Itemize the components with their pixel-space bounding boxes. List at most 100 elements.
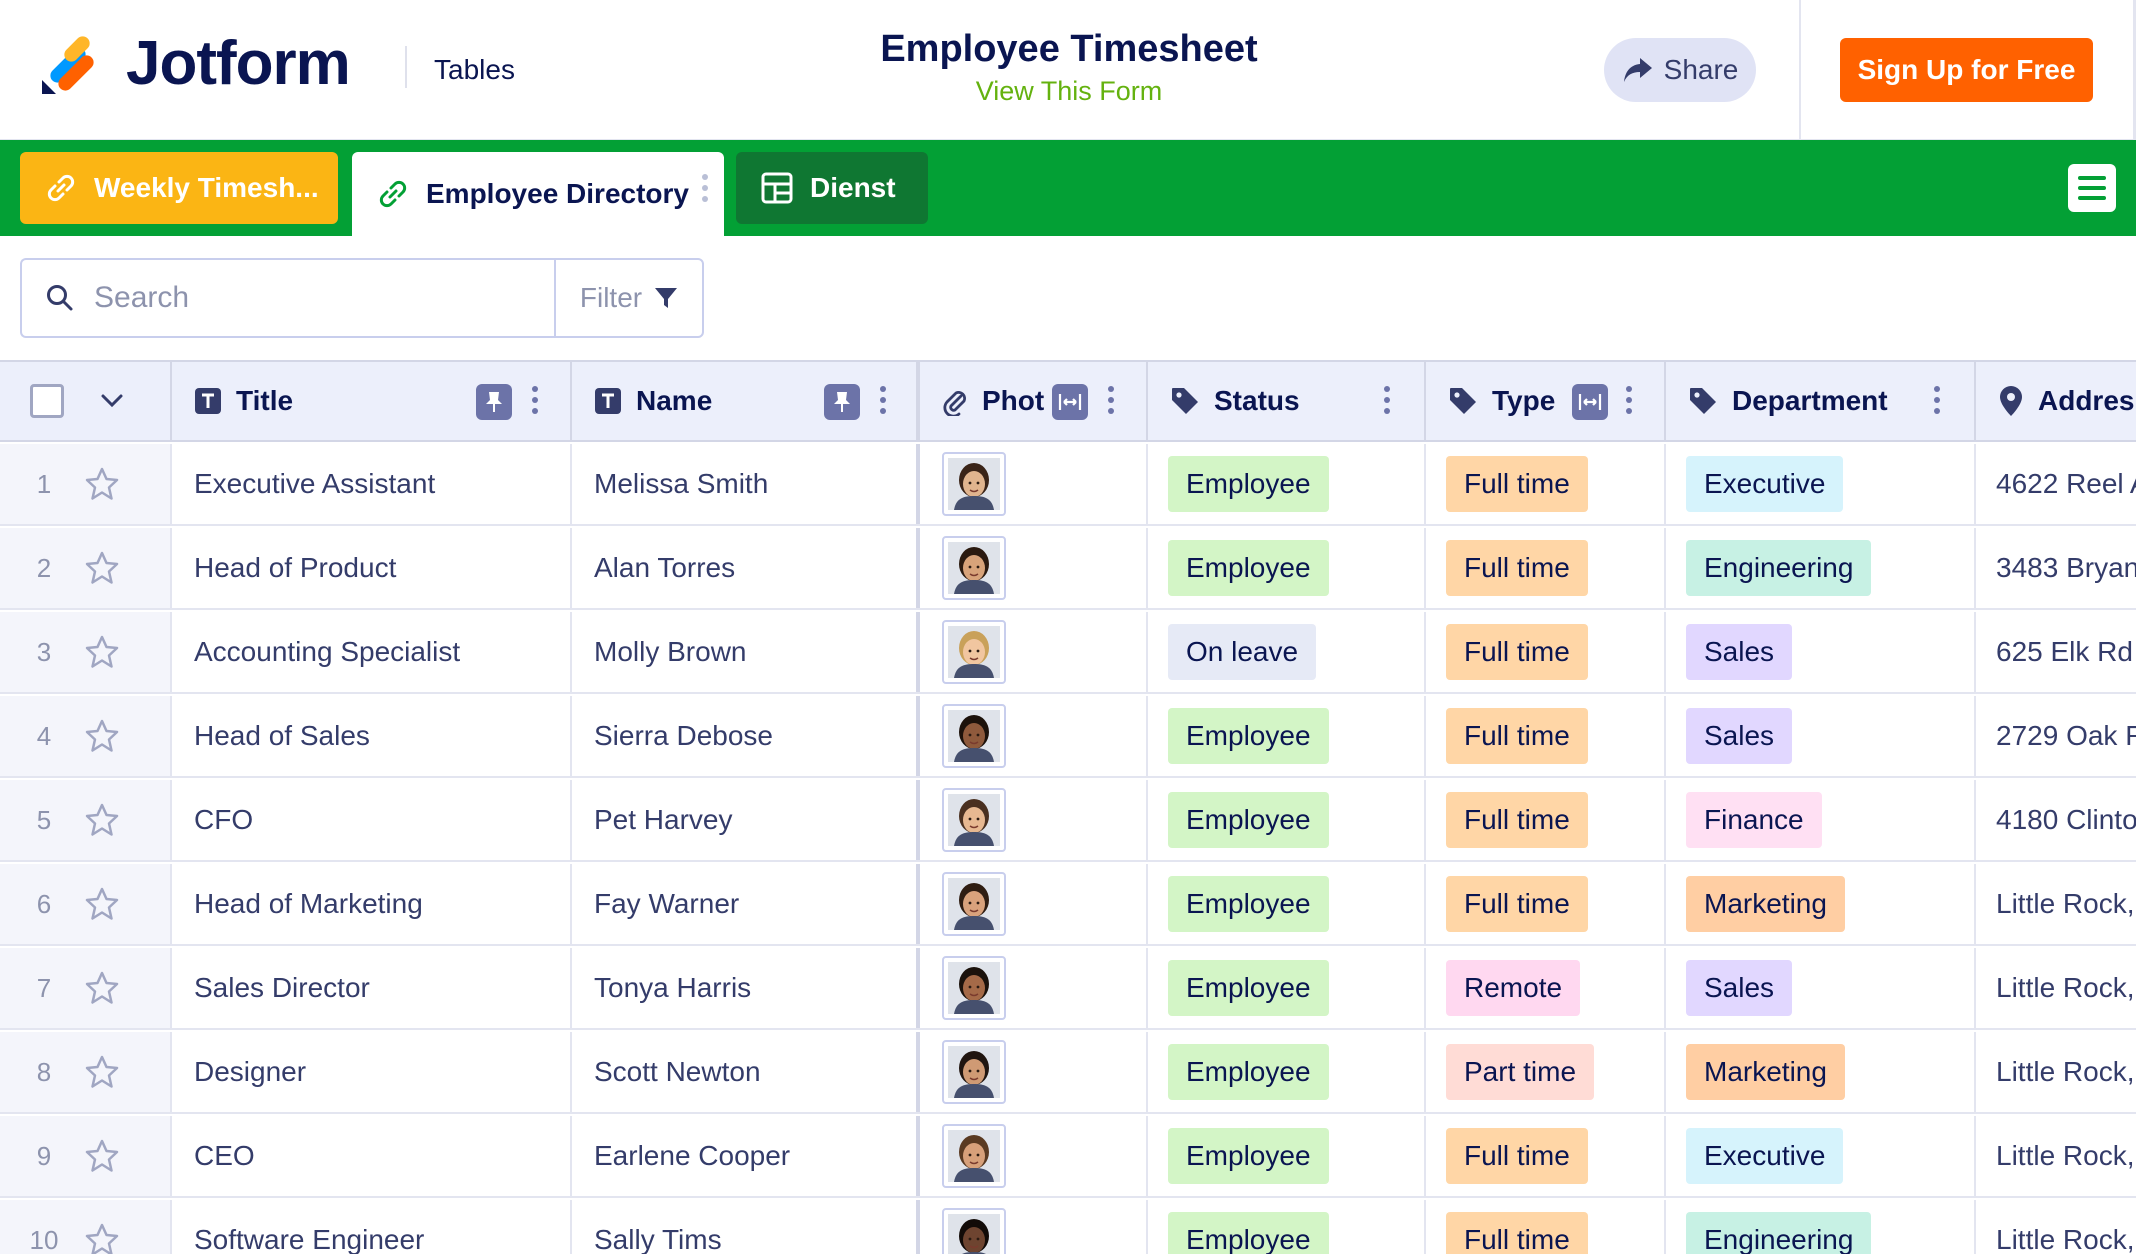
column-header-title[interactable]: Title bbox=[172, 362, 572, 440]
employee-photo[interactable] bbox=[942, 1208, 1006, 1254]
type-cell[interactable]: Part time bbox=[1426, 1032, 1666, 1112]
department-cell[interactable]: Engineering bbox=[1666, 528, 1976, 608]
star-icon[interactable] bbox=[84, 802, 120, 838]
column-header-department[interactable]: Department bbox=[1666, 362, 1976, 440]
sign-up-button[interactable]: Sign Up for Free bbox=[1840, 38, 2093, 102]
department-cell[interactable]: Sales bbox=[1666, 612, 1976, 692]
star-icon[interactable] bbox=[84, 1138, 120, 1174]
address-cell[interactable]: Little Rock, bbox=[1976, 948, 2136, 1028]
share-button[interactable]: Share bbox=[1604, 38, 1756, 102]
address-cell[interactable]: Little Rock, bbox=[1976, 1032, 2136, 1112]
photo-cell[interactable] bbox=[920, 1116, 1148, 1196]
pin-icon[interactable] bbox=[824, 384, 860, 420]
employee-photo[interactable] bbox=[942, 536, 1006, 600]
table-row[interactable]: 7 Sales Director Tonya Harris Employee R… bbox=[0, 948, 2136, 1030]
table-row[interactable]: 5 CFO Pet Harvey Employee Full time Fina… bbox=[0, 780, 2136, 862]
table-row[interactable]: 6 Head of Marketing Fay Warner Employee … bbox=[0, 864, 2136, 946]
star-icon[interactable] bbox=[84, 634, 120, 670]
table-row[interactable]: 8 Designer Scott Newton Employee Part ti… bbox=[0, 1032, 2136, 1114]
status-cell[interactable]: Employee bbox=[1148, 948, 1426, 1028]
star-icon[interactable] bbox=[84, 970, 120, 1006]
employee-photo[interactable] bbox=[942, 956, 1006, 1020]
department-cell[interactable]: Executive bbox=[1666, 444, 1976, 524]
column-header-type[interactable]: Type bbox=[1426, 362, 1666, 440]
title-cell[interactable]: Head of Sales bbox=[172, 696, 572, 776]
tab-weekly-timesheet[interactable]: Weekly Timesh... bbox=[20, 152, 338, 224]
title-cell[interactable]: Accounting Specialist bbox=[172, 612, 572, 692]
status-cell[interactable]: On leave bbox=[1148, 612, 1426, 692]
table-row[interactable]: 1 Executive Assistant Melissa Smith Empl… bbox=[0, 444, 2136, 526]
status-cell[interactable]: Employee bbox=[1148, 780, 1426, 860]
type-cell[interactable]: Full time bbox=[1426, 528, 1666, 608]
column-header-status[interactable]: Status bbox=[1148, 362, 1426, 440]
photo-cell[interactable] bbox=[920, 1200, 1148, 1254]
status-cell[interactable]: Employee bbox=[1148, 1116, 1426, 1196]
tab-employee-directory[interactable]: Employee Directory bbox=[352, 152, 724, 236]
department-cell[interactable]: Marketing bbox=[1666, 864, 1976, 944]
jotform-logo[interactable]: Jotform bbox=[40, 32, 351, 96]
employee-photo[interactable] bbox=[942, 452, 1006, 516]
column-header-name[interactable]: Name bbox=[572, 362, 920, 440]
name-cell[interactable]: Scott Newton bbox=[572, 1032, 920, 1112]
column-options-icon[interactable] bbox=[1626, 386, 1632, 414]
address-cell[interactable]: Little Rock, bbox=[1976, 1200, 2136, 1254]
employee-photo[interactable] bbox=[942, 1040, 1006, 1104]
table-row[interactable]: 2 Head of Product Alan Torres Employee F… bbox=[0, 528, 2136, 610]
photo-cell[interactable] bbox=[920, 864, 1148, 944]
type-cell[interactable]: Full time bbox=[1426, 780, 1666, 860]
table-row[interactable]: 9 CEO Earlene Cooper Employee Full time … bbox=[0, 1116, 2136, 1198]
type-cell[interactable]: Remote bbox=[1426, 948, 1666, 1028]
tables-label[interactable]: Tables bbox=[434, 54, 515, 86]
photo-cell[interactable] bbox=[920, 528, 1148, 608]
status-cell[interactable]: Employee bbox=[1148, 1032, 1426, 1112]
name-cell[interactable]: Fay Warner bbox=[572, 864, 920, 944]
address-cell[interactable]: 3483 Bryant bbox=[1976, 528, 2136, 608]
photo-cell[interactable] bbox=[920, 1032, 1148, 1112]
status-cell[interactable]: Employee bbox=[1148, 696, 1426, 776]
employee-photo[interactable] bbox=[942, 1124, 1006, 1188]
name-cell[interactable]: Tonya Harris bbox=[572, 948, 920, 1028]
pin-icon[interactable] bbox=[476, 384, 512, 420]
title-cell[interactable]: Head of Product bbox=[172, 528, 572, 608]
address-cell[interactable]: 2729 Oak R bbox=[1976, 696, 2136, 776]
name-cell[interactable]: Sally Tims bbox=[572, 1200, 920, 1254]
name-cell[interactable]: Sierra Debose bbox=[572, 696, 920, 776]
resize-column-icon[interactable] bbox=[1572, 384, 1608, 420]
search-input[interactable] bbox=[94, 281, 534, 315]
title-cell[interactable]: CFO bbox=[172, 780, 572, 860]
title-cell[interactable]: Head of Marketing bbox=[172, 864, 572, 944]
select-all-checkbox[interactable] bbox=[30, 384, 64, 418]
title-cell[interactable]: Executive Assistant bbox=[172, 444, 572, 524]
department-cell[interactable]: Sales bbox=[1666, 948, 1976, 1028]
tab-options-icon[interactable] bbox=[702, 174, 708, 202]
photo-cell[interactable] bbox=[920, 444, 1148, 524]
department-cell[interactable]: Sales bbox=[1666, 696, 1976, 776]
title-cell[interactable]: Software Engineer bbox=[172, 1200, 572, 1254]
star-icon[interactable] bbox=[84, 466, 120, 502]
type-cell[interactable]: Full time bbox=[1426, 696, 1666, 776]
title-cell[interactable]: CEO bbox=[172, 1116, 572, 1196]
employee-photo[interactable] bbox=[942, 704, 1006, 768]
filter-button[interactable]: Filter bbox=[554, 258, 704, 338]
column-options-icon[interactable] bbox=[532, 386, 538, 414]
photo-cell[interactable] bbox=[920, 948, 1148, 1028]
tab-dienst[interactable]: Dienst bbox=[736, 152, 928, 224]
employee-photo[interactable] bbox=[942, 620, 1006, 684]
name-cell[interactable]: Molly Brown bbox=[572, 612, 920, 692]
star-icon[interactable] bbox=[84, 886, 120, 922]
type-cell[interactable]: Full time bbox=[1426, 864, 1666, 944]
star-icon[interactable] bbox=[84, 1054, 120, 1090]
hamburger-menu-icon[interactable] bbox=[2068, 164, 2116, 212]
employee-photo[interactable] bbox=[942, 872, 1006, 936]
chevron-down-icon[interactable] bbox=[100, 393, 124, 409]
type-cell[interactable]: Full time bbox=[1426, 612, 1666, 692]
name-cell[interactable]: Pet Harvey bbox=[572, 780, 920, 860]
resize-column-icon[interactable] bbox=[1052, 384, 1088, 420]
department-cell[interactable]: Finance bbox=[1666, 780, 1976, 860]
table-row[interactable]: 3 Accounting Specialist Molly Brown On l… bbox=[0, 612, 2136, 694]
address-cell[interactable]: 4622 Reel A bbox=[1976, 444, 2136, 524]
column-header-address[interactable]: Addres bbox=[1976, 362, 2136, 440]
title-cell[interactable]: Sales Director bbox=[172, 948, 572, 1028]
view-form-link[interactable]: View This Form bbox=[780, 76, 1358, 107]
department-cell[interactable]: Marketing bbox=[1666, 1032, 1976, 1112]
